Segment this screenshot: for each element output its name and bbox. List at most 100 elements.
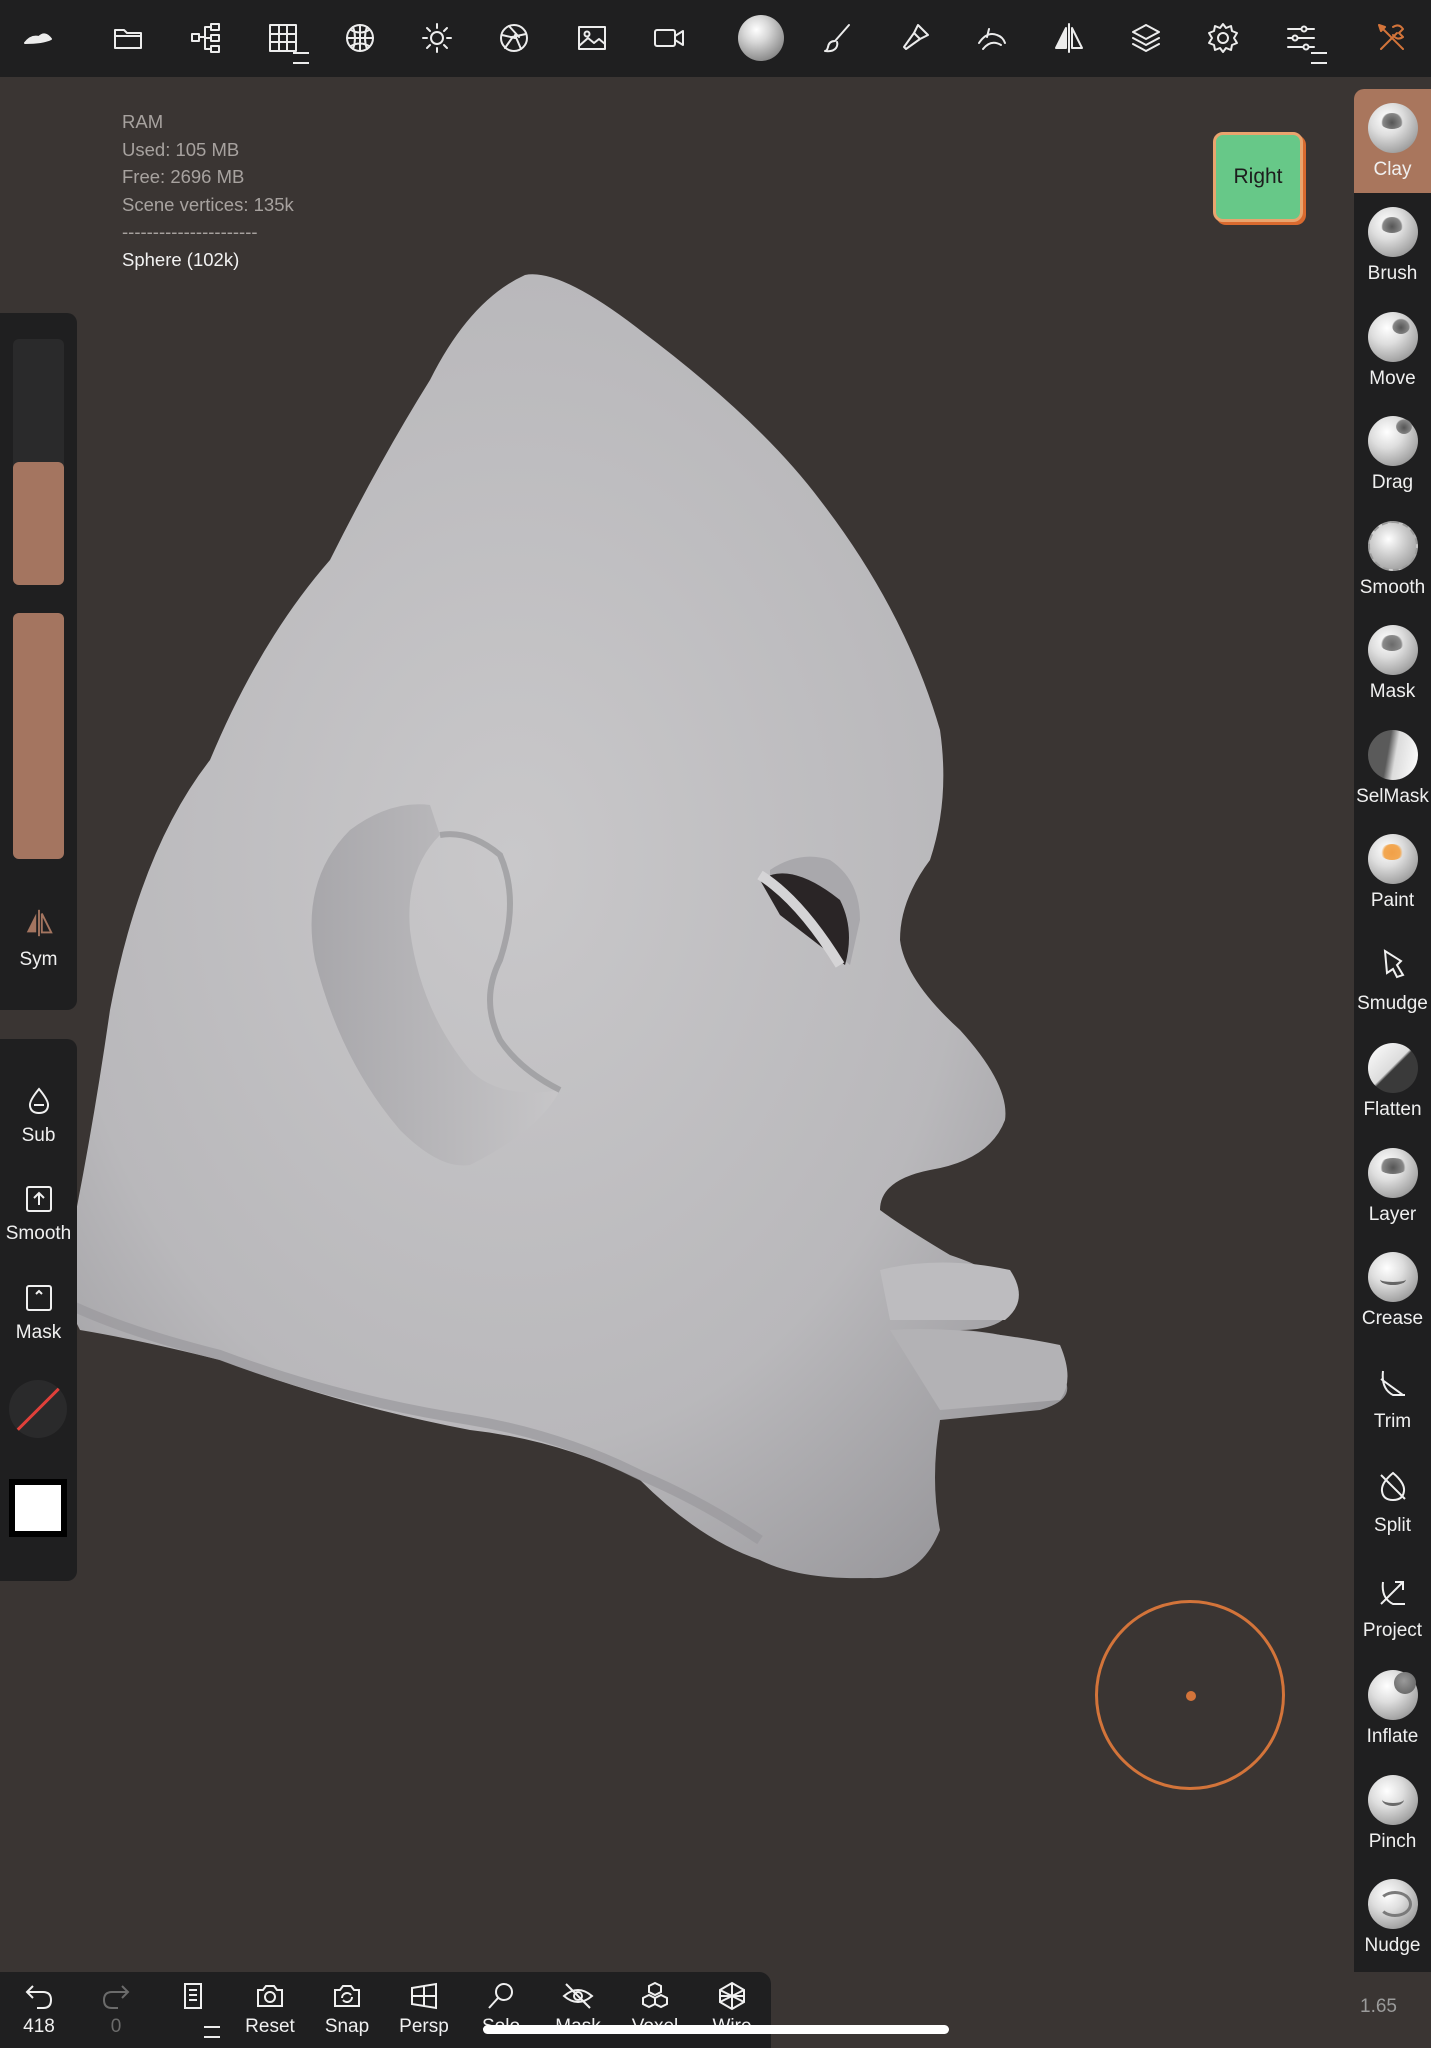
paint-tube-icon[interactable] bbox=[893, 16, 937, 60]
intensity-slider[interactable] bbox=[13, 613, 64, 859]
tool-inflate[interactable]: Inflate bbox=[1354, 1656, 1431, 1760]
brush-tools-panel: Clay Brush Move Drag Smooth Mask SelMask… bbox=[1354, 89, 1431, 1972]
voxel-button[interactable]: Voxel bbox=[620, 1972, 690, 2048]
view-cube[interactable]: Right bbox=[1213, 132, 1303, 222]
color-swatch[interactable] bbox=[9, 1479, 67, 1537]
perspective-label: Persp bbox=[399, 2016, 449, 2037]
zoom-level: 1.65 bbox=[1360, 1996, 1397, 2017]
light-icon[interactable] bbox=[415, 16, 459, 60]
selected-object: Sphere (102k) bbox=[122, 248, 240, 270]
reset-label: Reset bbox=[245, 2016, 295, 2037]
tool-paint[interactable]: Paint bbox=[1354, 820, 1431, 924]
submenu-indicator bbox=[1311, 52, 1327, 64]
tool-nudge[interactable]: Nudge bbox=[1354, 1865, 1431, 1969]
video-camera-icon[interactable] bbox=[647, 16, 691, 60]
stroke-hand-icon[interactable] bbox=[970, 16, 1014, 60]
paint-sphere-icon bbox=[1367, 834, 1418, 884]
alpha-none-icon[interactable] bbox=[9, 1380, 67, 1438]
project-icon bbox=[1379, 1581, 1405, 1605]
move-sphere-icon bbox=[1367, 312, 1418, 362]
tool-drag[interactable]: Drag bbox=[1354, 402, 1431, 506]
wireframe-icon bbox=[719, 1981, 745, 2011]
selmask-sphere-icon bbox=[1367, 730, 1418, 780]
app-logo-icon[interactable] bbox=[16, 16, 60, 60]
submenu-indicator bbox=[293, 52, 309, 64]
scene-tree-icon[interactable] bbox=[184, 16, 228, 60]
tool-smudge[interactable]: Smudge bbox=[1354, 925, 1431, 1029]
symmetry-toggle[interactable]: Sym bbox=[0, 907, 77, 971]
redo-icon bbox=[102, 1985, 130, 2009]
symmetry-icon[interactable] bbox=[1047, 16, 1091, 60]
smooth-modifier-label: Smooth bbox=[5, 1223, 72, 1244]
redo-button[interactable]: 0 bbox=[81, 1972, 151, 2048]
solo-button[interactable]: Solo bbox=[466, 1972, 536, 2048]
brush-sphere-icon bbox=[1367, 207, 1418, 257]
settings-gear-icon[interactable] bbox=[1201, 16, 1245, 60]
perspective-grid-icon bbox=[411, 1982, 437, 2010]
camera-aperture-icon[interactable] bbox=[492, 16, 536, 60]
smooth-modifier[interactable]: Smooth bbox=[0, 1183, 77, 1245]
trim-icon bbox=[1379, 1370, 1405, 1396]
smooth-sphere-icon bbox=[1367, 521, 1418, 571]
mask-box-icon bbox=[25, 1285, 52, 1311]
sub-toggle[interactable]: Sub bbox=[0, 1085, 77, 1147]
perspective-button[interactable]: Persp bbox=[389, 1972, 459, 2048]
nudge-sphere-icon bbox=[1367, 1879, 1418, 1929]
tool-pinch[interactable]: Pinch bbox=[1354, 1761, 1431, 1865]
tool-layer[interactable]: Layer bbox=[1354, 1134, 1431, 1238]
ram-label: RAM bbox=[122, 111, 164, 132]
tool-clay[interactable]: Clay bbox=[1354, 89, 1431, 193]
history-button[interactable] bbox=[158, 1972, 228, 2048]
paint-brush-icon[interactable] bbox=[816, 16, 860, 60]
snap-button[interactable]: Snap bbox=[312, 1972, 382, 2048]
topology-icon[interactable] bbox=[338, 16, 382, 60]
hide-mask-button[interactable]: Mask bbox=[543, 1972, 613, 2048]
tool-smooth[interactable]: Smooth bbox=[1354, 507, 1431, 611]
sub-label: Sub bbox=[21, 1125, 56, 1146]
home-indicator[interactable] bbox=[483, 2025, 949, 2034]
undo-icon bbox=[25, 1985, 53, 2009]
image-icon[interactable] bbox=[570, 16, 614, 60]
snap-label: Snap bbox=[324, 2016, 370, 2037]
symmetry-label: Sym bbox=[19, 949, 58, 970]
tool-crease[interactable]: Crease bbox=[1354, 1238, 1431, 1342]
ram-used: Used: 105 MB bbox=[122, 138, 240, 160]
mask-modifier[interactable]: Mask bbox=[0, 1282, 77, 1344]
tool-brush[interactable]: Brush bbox=[1354, 193, 1431, 297]
view-cube-label: Right bbox=[1233, 165, 1283, 188]
mask-modifier-label: Mask bbox=[15, 1322, 62, 1343]
stats-separator: ---------------------- bbox=[122, 221, 258, 242]
radius-slider-fill bbox=[13, 462, 64, 585]
grid-icon[interactable] bbox=[261, 16, 309, 64]
tool-split[interactable]: Split bbox=[1354, 1447, 1431, 1551]
top-toolbar bbox=[0, 0, 1431, 77]
wireframe-button[interactable]: Wire bbox=[697, 1972, 767, 2048]
folder-icon[interactable] bbox=[106, 16, 150, 60]
tool-trim[interactable]: Trim bbox=[1354, 1343, 1431, 1447]
split-icon bbox=[1379, 1471, 1406, 1502]
drag-sphere-icon bbox=[1367, 416, 1418, 466]
symmetry-icon bbox=[26, 909, 53, 937]
intensity-slider-fill bbox=[13, 613, 64, 859]
search-icon bbox=[488, 1983, 513, 2009]
sliders-icon[interactable] bbox=[1279, 16, 1327, 64]
redo-count: 0 bbox=[110, 2016, 122, 2037]
material-sphere-icon[interactable] bbox=[737, 14, 785, 62]
voxel-cubes-icon bbox=[642, 1981, 668, 2009]
tool-move[interactable]: Move bbox=[1354, 298, 1431, 402]
tool-project[interactable]: Project bbox=[1354, 1552, 1431, 1656]
tools-wrench-icon[interactable] bbox=[1370, 16, 1414, 60]
layers-icon[interactable] bbox=[1124, 16, 1168, 60]
left-panel-modifiers: Sub Smooth Mask bbox=[0, 1039, 77, 1581]
bottom-toolbar: 418 0 Reset Snap Persp Solo Mask Voxel W… bbox=[0, 1972, 771, 2048]
undo-button[interactable]: 418 bbox=[4, 1972, 74, 2048]
tool-flatten[interactable]: Flatten bbox=[1354, 1029, 1431, 1133]
tool-mask[interactable]: Mask bbox=[1354, 611, 1431, 715]
reset-button[interactable]: Reset bbox=[235, 1972, 305, 2048]
layer-sphere-icon bbox=[1367, 1148, 1418, 1198]
scene-stats: RAM Used: 105 MB Free: 2696 MB Scene ver… bbox=[122, 108, 294, 273]
crease-sphere-icon bbox=[1367, 1252, 1418, 1302]
camera-reset-icon bbox=[257, 1985, 283, 2007]
radius-slider[interactable] bbox=[13, 339, 64, 585]
tool-selmask[interactable]: SelMask bbox=[1354, 716, 1431, 820]
